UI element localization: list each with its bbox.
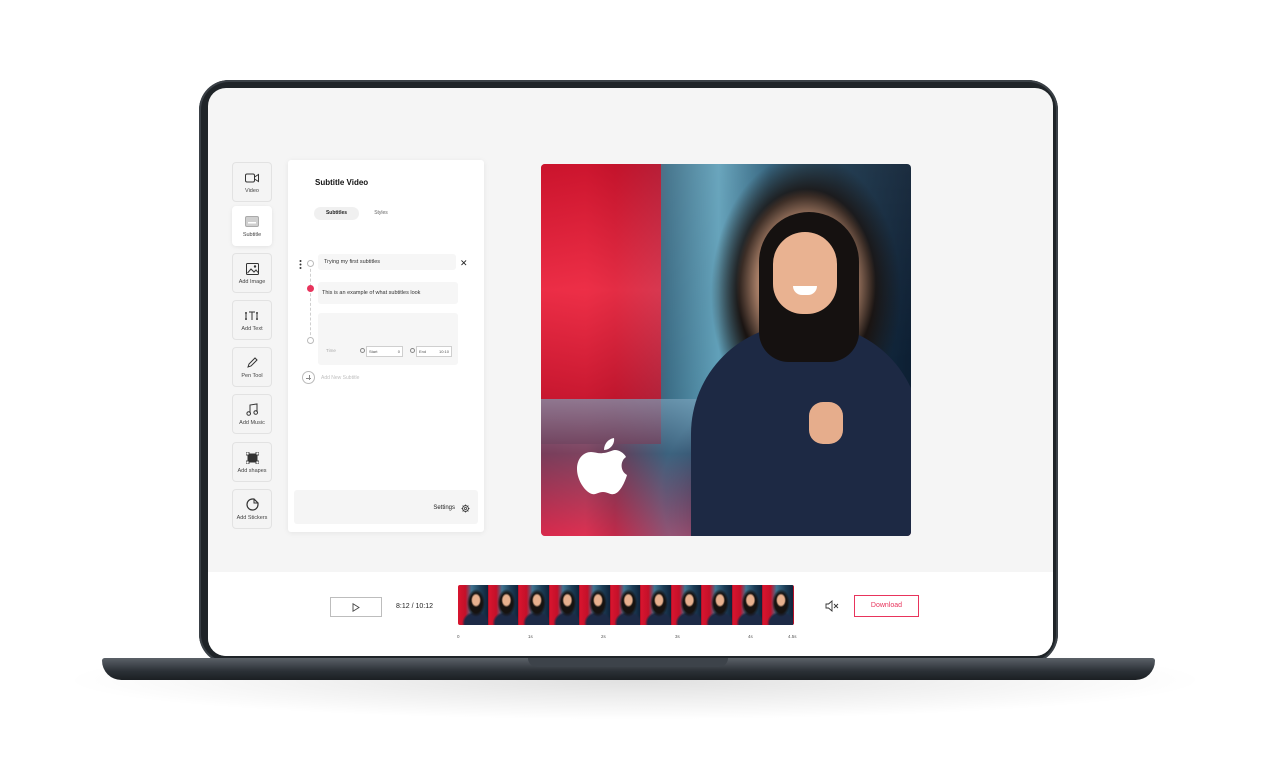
timeline-frame [671,585,703,625]
subtitle-icon [244,215,260,229]
timeline-frame [519,585,550,625]
video-camera-icon [244,171,260,185]
subtitle-item[interactable]: This is an example of what subtitles loo… [318,282,458,304]
shape-icon [244,451,260,465]
panel-tabs: Subtitles Styles [314,207,404,220]
sticker-icon [244,498,260,512]
toolbar-add-shapes-button[interactable]: Add shapes [232,442,272,482]
text-icon [244,309,260,323]
toolbar-pen-tool-button[interactable]: Pen Tool [232,347,272,387]
end-time-label: End [419,349,427,354]
preview-person [773,232,837,314]
play-button[interactable] [330,597,382,617]
subtitle-marker-active [307,285,314,292]
timeline-tick: 3s [675,634,680,639]
toolbar-subtitle-button[interactable]: Subtitle [232,206,272,246]
add-new-subtitle-label: Add New Subtitle [321,374,360,381]
close-icon[interactable]: ✕ [460,258,468,269]
toolbar-add-stickers-button[interactable]: Add Stickers [232,489,272,529]
timeline-tick: 4.5s [788,634,797,639]
timeline-tick: 4s [748,634,753,639]
timeline-frame [702,585,733,625]
timeline-tick: 1s [528,634,533,639]
apple-logo-icon [577,438,627,495]
toolbar-label: Add Image [238,278,266,285]
settings-bar: Settings [294,490,478,524]
timeline-frame [580,585,611,625]
start-time-label: Start [369,349,378,354]
timeline-filmstrip[interactable] [458,585,794,625]
download-button[interactable]: Download [854,595,919,617]
timeline-connector [310,264,311,340]
more-options-icon[interactable] [299,260,302,269]
timeline-frame [610,585,642,625]
subtitle-marker [307,260,314,267]
tab-subtitles[interactable]: Subtitles [314,207,359,220]
plus-icon [302,371,315,384]
subtitle-text: This is an example of what subtitles loo… [322,290,421,296]
timeline-frame [732,585,764,625]
toolbar-add-image-button[interactable]: Add Image [232,253,272,293]
toolbar-label: Pen Tool [241,372,263,379]
toolbar-add-music-button[interactable]: Add Music [232,394,272,434]
subtitle-item[interactable]: Trying my first subtitles [318,254,456,270]
toolbar-add-text-button[interactable]: Add Text [232,300,272,340]
time-label: Time [326,348,336,353]
video-preview[interactable] [541,164,911,536]
new-subtitle-editor[interactable]: Time Start 0 End 10:10 [318,313,458,365]
toolbar-label: Add Music [239,419,265,426]
end-time-value: 10:10 [438,349,449,354]
gear-icon[interactable] [461,504,470,513]
clock-icon [360,348,365,353]
timeline-frame [458,585,489,625]
subtitle-text: Trying my first subtitles [324,259,381,265]
toolbar-video-button[interactable]: Video [232,162,272,202]
app-screen: Video Subtitle Add Image Add Text Pen To… [208,88,1053,656]
add-new-subtitle-button[interactable]: Add New Subtitle [302,371,359,384]
preview-person [809,402,843,444]
timeline-frame [549,585,581,625]
mute-icon[interactable] [825,600,839,612]
timeline-tick: 0 [457,634,460,639]
timeline-tick: 2s [601,634,606,639]
toolbar-label: Subtitle [242,231,262,238]
toolbar-label: Add shapes [237,467,267,474]
pen-icon [244,356,260,370]
timeline-frame [763,585,794,625]
time-readout: 8:12 / 10:12 [396,603,433,610]
end-time-input[interactable]: End 10:10 [416,346,452,357]
start-time-input[interactable]: Start 0 [366,346,403,357]
image-icon [244,262,260,276]
toolbar-label: Add Text [241,325,263,332]
play-icon [352,602,360,612]
timeline-frame [488,585,520,625]
panel-title: Subtitle Video [315,178,369,187]
timeline-frame [641,585,672,625]
subtitle-panel: Subtitle Video Subtitles Styles Trying m… [288,160,484,532]
start-time-value: 0 [397,349,400,354]
laptop-base-notch [528,658,728,667]
tab-styles[interactable]: Styles [366,207,396,220]
settings-button[interactable]: Settings [433,505,455,511]
player-controls: 8:12 / 10:12 0 1s 2s 3s 4s 4.5s Download [208,572,1053,656]
subtitle-marker [307,337,314,344]
toolbar-label: Add Stickers [236,514,268,521]
music-note-icon [244,403,260,417]
toolbar-label: Video [245,187,259,194]
clock-icon [410,348,415,353]
